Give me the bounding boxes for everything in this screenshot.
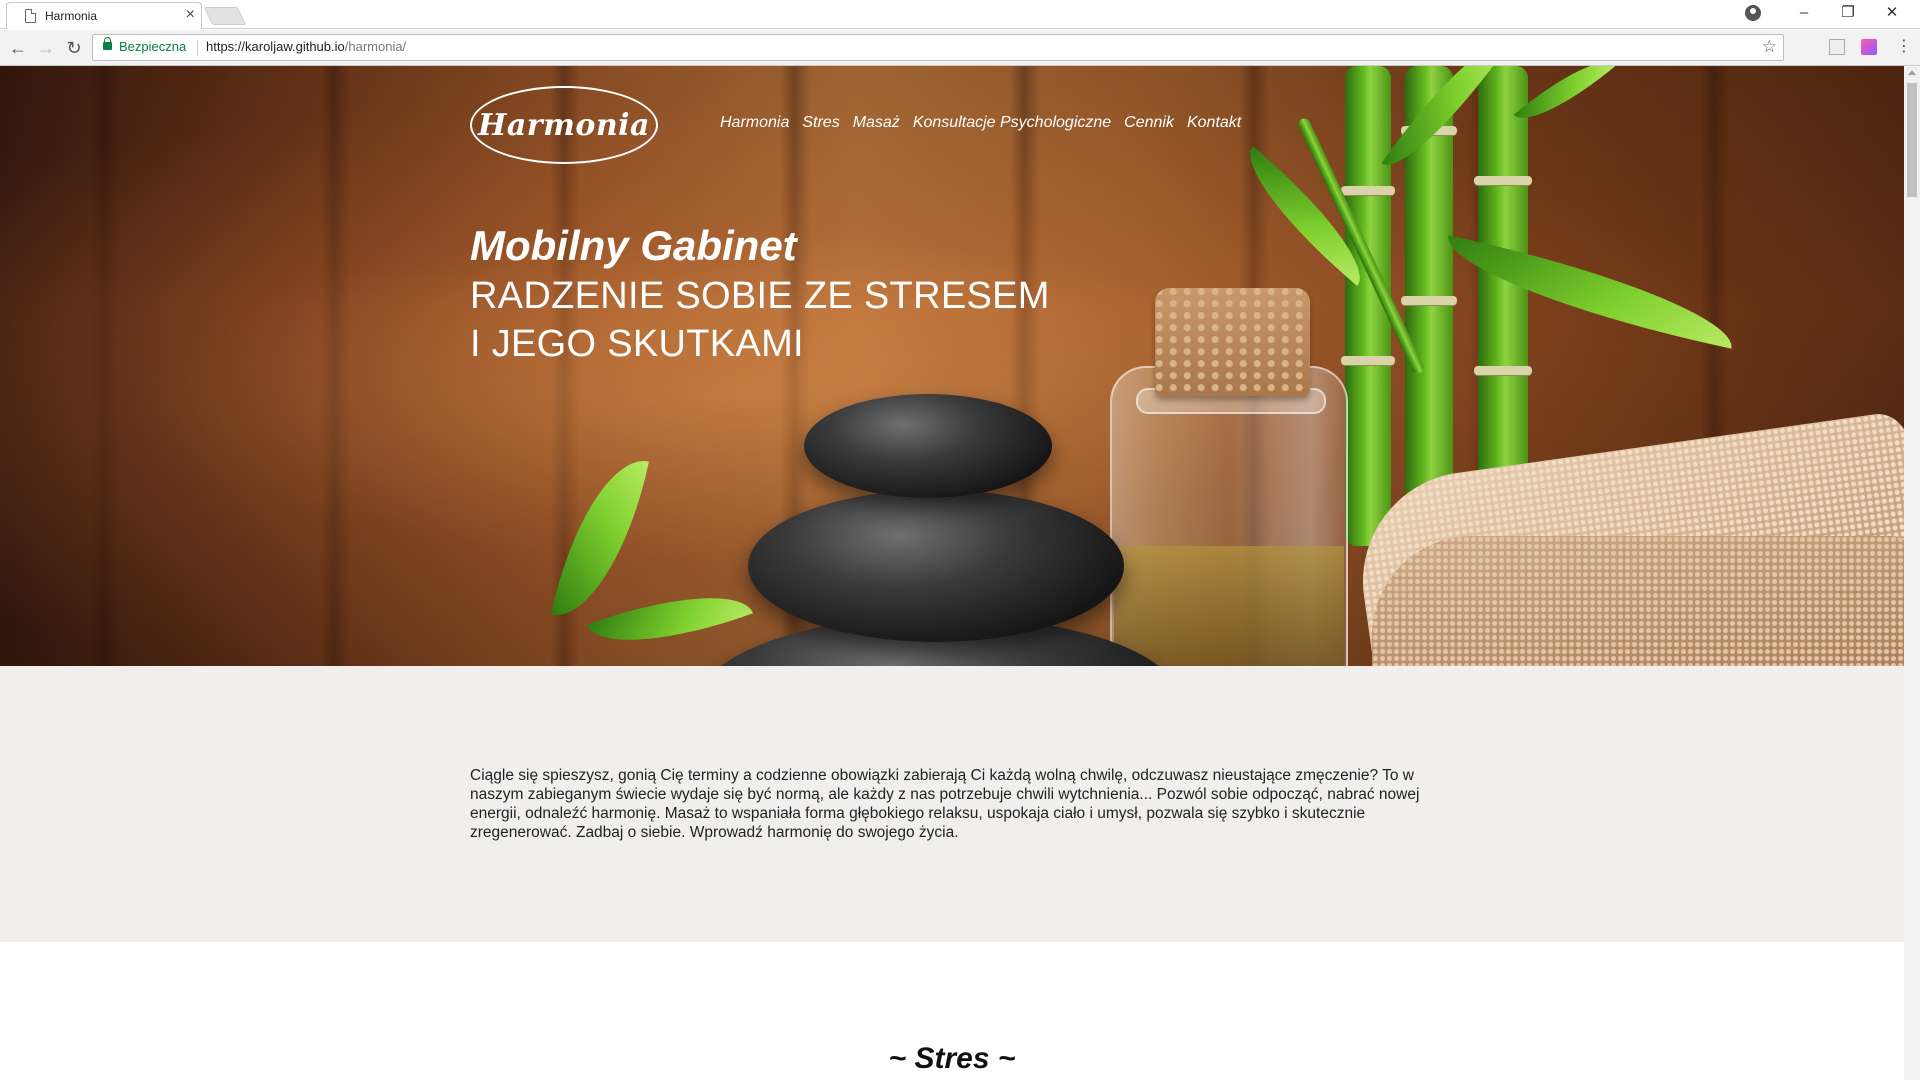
url-path: /harmonia/: [344, 39, 407, 54]
browser-tab[interactable]: Harmonia ×: [6, 2, 202, 30]
main-nav: Harmonia Stres Masaż Konsultacje Psychol…: [720, 114, 1241, 132]
url-text[interactable]: https://karoljaw.github.io/harmonia/: [206, 39, 406, 54]
lock-icon: [103, 37, 112, 50]
browser-toolbar: ← → ↻ Bezpieczna https://karoljaw.github…: [0, 30, 1920, 66]
oil-liquid: [1114, 546, 1344, 666]
stres-section: ~ Stres ~: [0, 942, 1904, 1080]
secure-label: Bezpieczna: [119, 39, 187, 54]
hero-text: Mobilny Gabinet RADZENIE SOBIE ZE STRESE…: [470, 220, 1050, 368]
close-window-button[interactable]: ✕: [1870, 0, 1914, 28]
jar-cork: [1155, 288, 1310, 396]
intro-paragraph: Ciągle się spieszysz, gonią Cię terminy …: [470, 767, 1420, 841]
browser-tab-strip: Harmonia × – ❐ ✕: [0, 0, 1920, 30]
profile-icon[interactable]: [1745, 5, 1761, 21]
bamboo-node: [1341, 186, 1395, 195]
tab-title: Harmonia: [45, 9, 98, 23]
bamboo-node: [1474, 366, 1532, 375]
reload-icon[interactable]: ↻: [62, 36, 86, 60]
section-heading-stres: ~ Stres ~: [888, 1042, 1016, 1075]
nav-item-konsultacje[interactable]: Konsultacje Psychologiczne: [913, 114, 1111, 132]
page-document-icon: [25, 9, 36, 23]
page-viewport: Harmonia Harmonia Stres Masaż Konsultacj…: [0, 66, 1904, 1080]
nav-item-kontakt[interactable]: Kontakt: [1187, 114, 1241, 132]
nav-item-harmonia[interactable]: Harmonia: [720, 114, 789, 132]
restore-button[interactable]: ❐: [1826, 0, 1870, 28]
minimize-button[interactable]: –: [1782, 0, 1826, 28]
tab-close-icon[interactable]: ×: [186, 6, 195, 24]
nav-item-masaz[interactable]: Masaż: [853, 114, 900, 132]
browser-menu-icon[interactable]: ⋮: [1896, 37, 1912, 57]
middle-stone: [748, 490, 1124, 642]
hero-title: Mobilny Gabinet: [470, 222, 797, 269]
forward-arrow-icon[interactable]: →: [34, 36, 58, 60]
bamboo-node: [1401, 296, 1457, 305]
new-tab-button[interactable]: [203, 7, 247, 25]
page-scrollbar[interactable]: [1904, 66, 1920, 1080]
bamboo-node: [1474, 176, 1532, 185]
back-arrow-icon[interactable]: ←: [6, 36, 30, 60]
top-stone: [804, 394, 1052, 498]
address-bar[interactable]: Bezpieczna https://karoljaw.github.io/ha…: [92, 34, 1784, 61]
logo-text: Harmonia: [478, 107, 650, 143]
intro-section: Ciągle się spieszysz, gonią Cię terminy …: [0, 666, 1904, 942]
nav-item-cennik[interactable]: Cennik: [1124, 114, 1174, 132]
url-host: https://karoljaw.github.io: [206, 39, 345, 54]
extension-icon[interactable]: [1829, 39, 1845, 55]
hero-subtitle-line-1: RADZENIE SOBIE ZE STRESEM: [470, 275, 1050, 317]
towel-fold: [1372, 536, 1904, 666]
site-logo[interactable]: Harmonia: [470, 86, 658, 164]
bookmark-star-icon[interactable]: ☆: [1762, 37, 1777, 57]
hero-banner: Harmonia Harmonia Stres Masaż Konsultacj…: [0, 66, 1904, 666]
extension-color-icon[interactable]: [1861, 39, 1877, 55]
scroll-up-arrow-icon[interactable]: [1908, 70, 1916, 75]
address-separator: [197, 40, 198, 56]
scrollbar-thumb[interactable]: [1907, 83, 1917, 197]
nav-item-stres[interactable]: Stres: [802, 114, 839, 132]
hero-subtitle-line-2: I JEGO SKUTKAMI: [470, 323, 804, 365]
bamboo-node: [1341, 356, 1395, 365]
